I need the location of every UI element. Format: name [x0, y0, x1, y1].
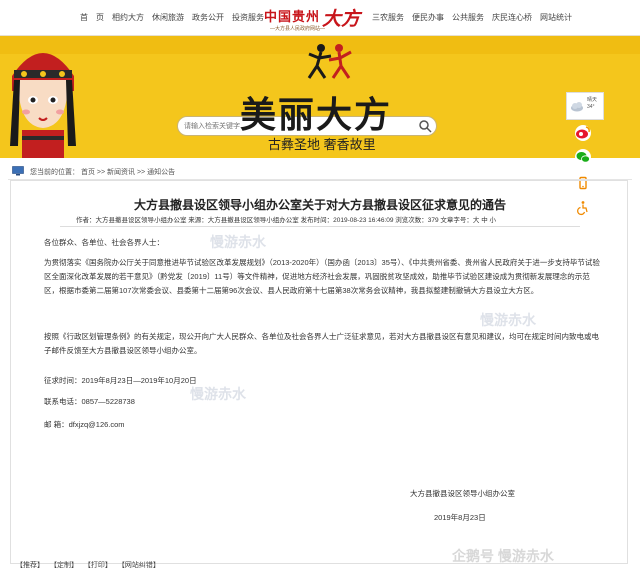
nav-item-travel[interactable]: 休闲旅游	[152, 12, 184, 23]
nav-item-agri[interactable]: 三农服务	[372, 12, 404, 23]
footer-report-error[interactable]: 【网站纠错】	[118, 562, 160, 569]
article-paragraph-2: 按照《行政区划管理条例》的有关规定，现公开向广大人民群众、各单位及社会各界人士广…	[44, 332, 599, 355]
article-sign-org: 大方县撤县设区领导小组办公室	[410, 489, 515, 498]
watermark-1: 慢游赤水	[210, 234, 266, 250]
breadcrumb: 您当前的位置： 首页 >> 新闻资讯 >> 通知公告	[8, 164, 632, 180]
article-greeting: 各位群众、各单位、社会各界人士：	[44, 238, 164, 247]
nav-item-public[interactable]: 公共服务	[452, 12, 484, 23]
footer-recommend[interactable]: 【推荐】	[16, 562, 44, 569]
article-time: 征求时间：2019年8月23日—2019年10月20日	[44, 376, 197, 385]
nav-item-gov-open[interactable]: 政务公开	[192, 12, 224, 23]
article-title: 大方县撤县设区领导小组办公室关于对大方县撤县设区征求意见的通告	[133, 198, 506, 212]
article-phone: 联系电话：0857—5228738	[44, 397, 135, 406]
watermark-3: 慢游赤水	[190, 386, 246, 402]
cloud-icon	[571, 102, 583, 112]
nav-right-group: 三农服务 便民办事 公共服务 庆民连心桥 网站统计	[372, 12, 580, 23]
top-nav: 首 页 相约大方 休闲旅游 政务公开 投资服务 中国贵州 大方 —大方县人民政府…	[0, 0, 640, 36]
nav-item-bridge[interactable]: 庆民连心桥	[492, 12, 532, 23]
nav-left-group: 首 页 相约大方 休闲旅游 政务公开 投资服务	[80, 12, 272, 23]
breadcrumb-path[interactable]: 首页 >> 新闻资讯 >> 通知公告	[81, 169, 175, 176]
logo-sub-text: —大方县人民政府网站—	[270, 26, 326, 32]
nav-item-home-1[interactable]: 首	[80, 12, 88, 23]
article-sign-date: 2019年8月23日	[434, 513, 486, 522]
search-icon[interactable]	[418, 119, 432, 133]
logo-main-text: 中国贵州	[264, 9, 321, 24]
nav-item-meet[interactable]: 相约大方	[112, 12, 144, 23]
yi-girl-illustration	[10, 53, 76, 158]
nav-item-home-2[interactable]: 页	[96, 12, 104, 23]
dancers-logo	[307, 44, 352, 79]
weibo-icon[interactable]	[574, 124, 592, 142]
site-logo[interactable]: 中国贵州 大方 —大方县人民政府网站—	[262, 4, 372, 34]
article-email: 邮 箱：dfxjzq@126.com	[44, 420, 125, 429]
article-meta: 作者：大方县撤县设区领导小组办公室 来源：大方县撤县设区领导小组办公室 发布时间…	[76, 217, 497, 224]
watermark-2: 慢游赤水	[480, 312, 536, 328]
footer-subscribe[interactable]: 【定制】	[50, 562, 78, 569]
banner-title: 美丽大方	[240, 95, 393, 136]
article-footer-links: 【推荐】 【定制】 【打印】 【网站纠错】	[16, 560, 164, 570]
logo-script-text: 大方	[322, 8, 361, 30]
nav-item-services[interactable]: 便民办事	[412, 12, 444, 23]
corner-watermark: 企鹅号 慢游赤水	[452, 548, 554, 564]
nav-item-invest[interactable]: 投资服务	[232, 12, 264, 23]
nav-item-stats[interactable]: 网站统计	[540, 12, 572, 23]
meta-divider	[60, 226, 580, 227]
weather-widget[interactable]: 晴天 34°	[566, 92, 604, 120]
weather-condition: 晴天	[587, 97, 598, 103]
monitor-icon	[12, 166, 24, 176]
breadcrumb-label: 您当前的位置：	[30, 169, 79, 176]
banner-subtitle: 古彝圣地 奢香故里	[268, 137, 376, 152]
article-paragraph-1: 为贯彻落实《国务院办公厅关于同意推进毕节试验区改革发展规划》（2013-2020…	[44, 258, 600, 295]
footer-print[interactable]: 【打印】	[84, 562, 112, 569]
weather-temp: 34°	[587, 104, 595, 110]
